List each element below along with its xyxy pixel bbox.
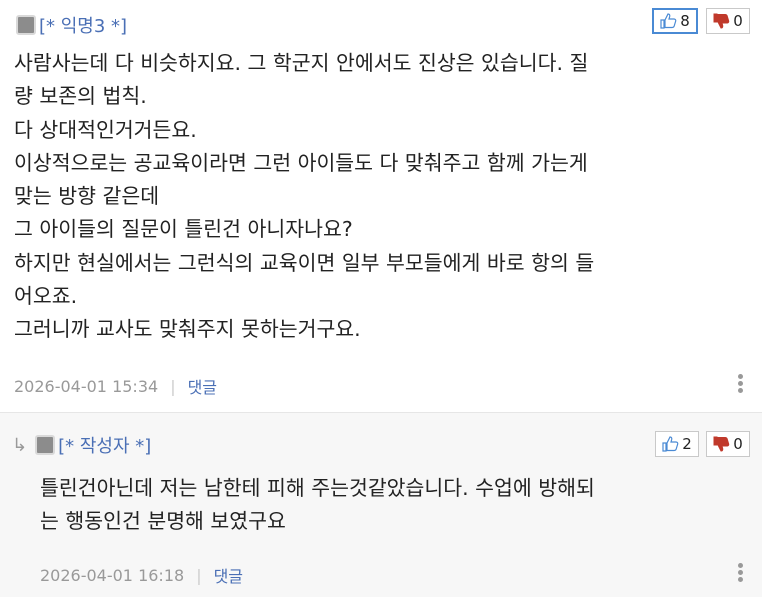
- comment-meta: 2026-04-01 16:18 | 댓글: [40, 563, 243, 587]
- more-vertical-icon[interactable]: [738, 374, 744, 395]
- comment-header: [* 익명3 *]: [16, 12, 127, 38]
- dislike-count: 0: [733, 435, 743, 453]
- like-button[interactable]: 8: [652, 8, 698, 34]
- comment-meta: 2026-04-01 15:34 | 댓글: [14, 374, 217, 398]
- avatar: [35, 435, 56, 455]
- comment-header: ↳ [* 작성자 *]: [12, 432, 151, 458]
- like-count: 2: [682, 435, 692, 453]
- comment-body: 사람사는데 다 비슷하지요. 그 학군지 안에서도 진상은 있습니다. 질 량 …: [14, 51, 595, 342]
- comment-item: [* 익명3 *] 8 0 사람사는데 다 비슷하지요. 그 학군지 안에서도 …: [0, 0, 762, 412]
- comment-date: 2026-04-01 15:34: [14, 376, 159, 396]
- thumb-down-icon: [713, 13, 730, 29]
- author-nickname[interactable]: [* 익명3 *]: [39, 12, 127, 38]
- more-vertical-icon[interactable]: [738, 563, 744, 584]
- reply-arrow-icon: ↳: [12, 434, 28, 456]
- reply-link[interactable]: 댓글: [214, 563, 243, 587]
- dislike-button[interactable]: 0: [706, 8, 750, 34]
- dislike-button[interactable]: 0: [706, 431, 750, 457]
- reply-link[interactable]: 댓글: [188, 374, 217, 398]
- avatar: [16, 15, 36, 35]
- dislike-count: 0: [733, 12, 743, 30]
- thumb-up-icon: [662, 436, 679, 452]
- thumb-down-icon: [713, 436, 730, 452]
- comment-body: 틀린건아닌데 저는 남한테 피해 주는것같았습니다. 수업에 방해되 는 행동인…: [40, 476, 595, 534]
- author-nickname[interactable]: [* 작성자 *]: [58, 432, 151, 458]
- like-button[interactable]: 2: [655, 431, 699, 457]
- like-count: 8: [680, 12, 690, 30]
- reply-comment-item: ↳ [* 작성자 *] 2 0 틀린건아닌데 저는 남한테 피해 주는것같았습니…: [0, 412, 762, 597]
- thumb-up-icon: [660, 13, 677, 29]
- meta-divider: |: [170, 376, 176, 396]
- comment-date: 2026-04-01 16:18: [40, 565, 185, 585]
- meta-divider: |: [196, 565, 202, 585]
